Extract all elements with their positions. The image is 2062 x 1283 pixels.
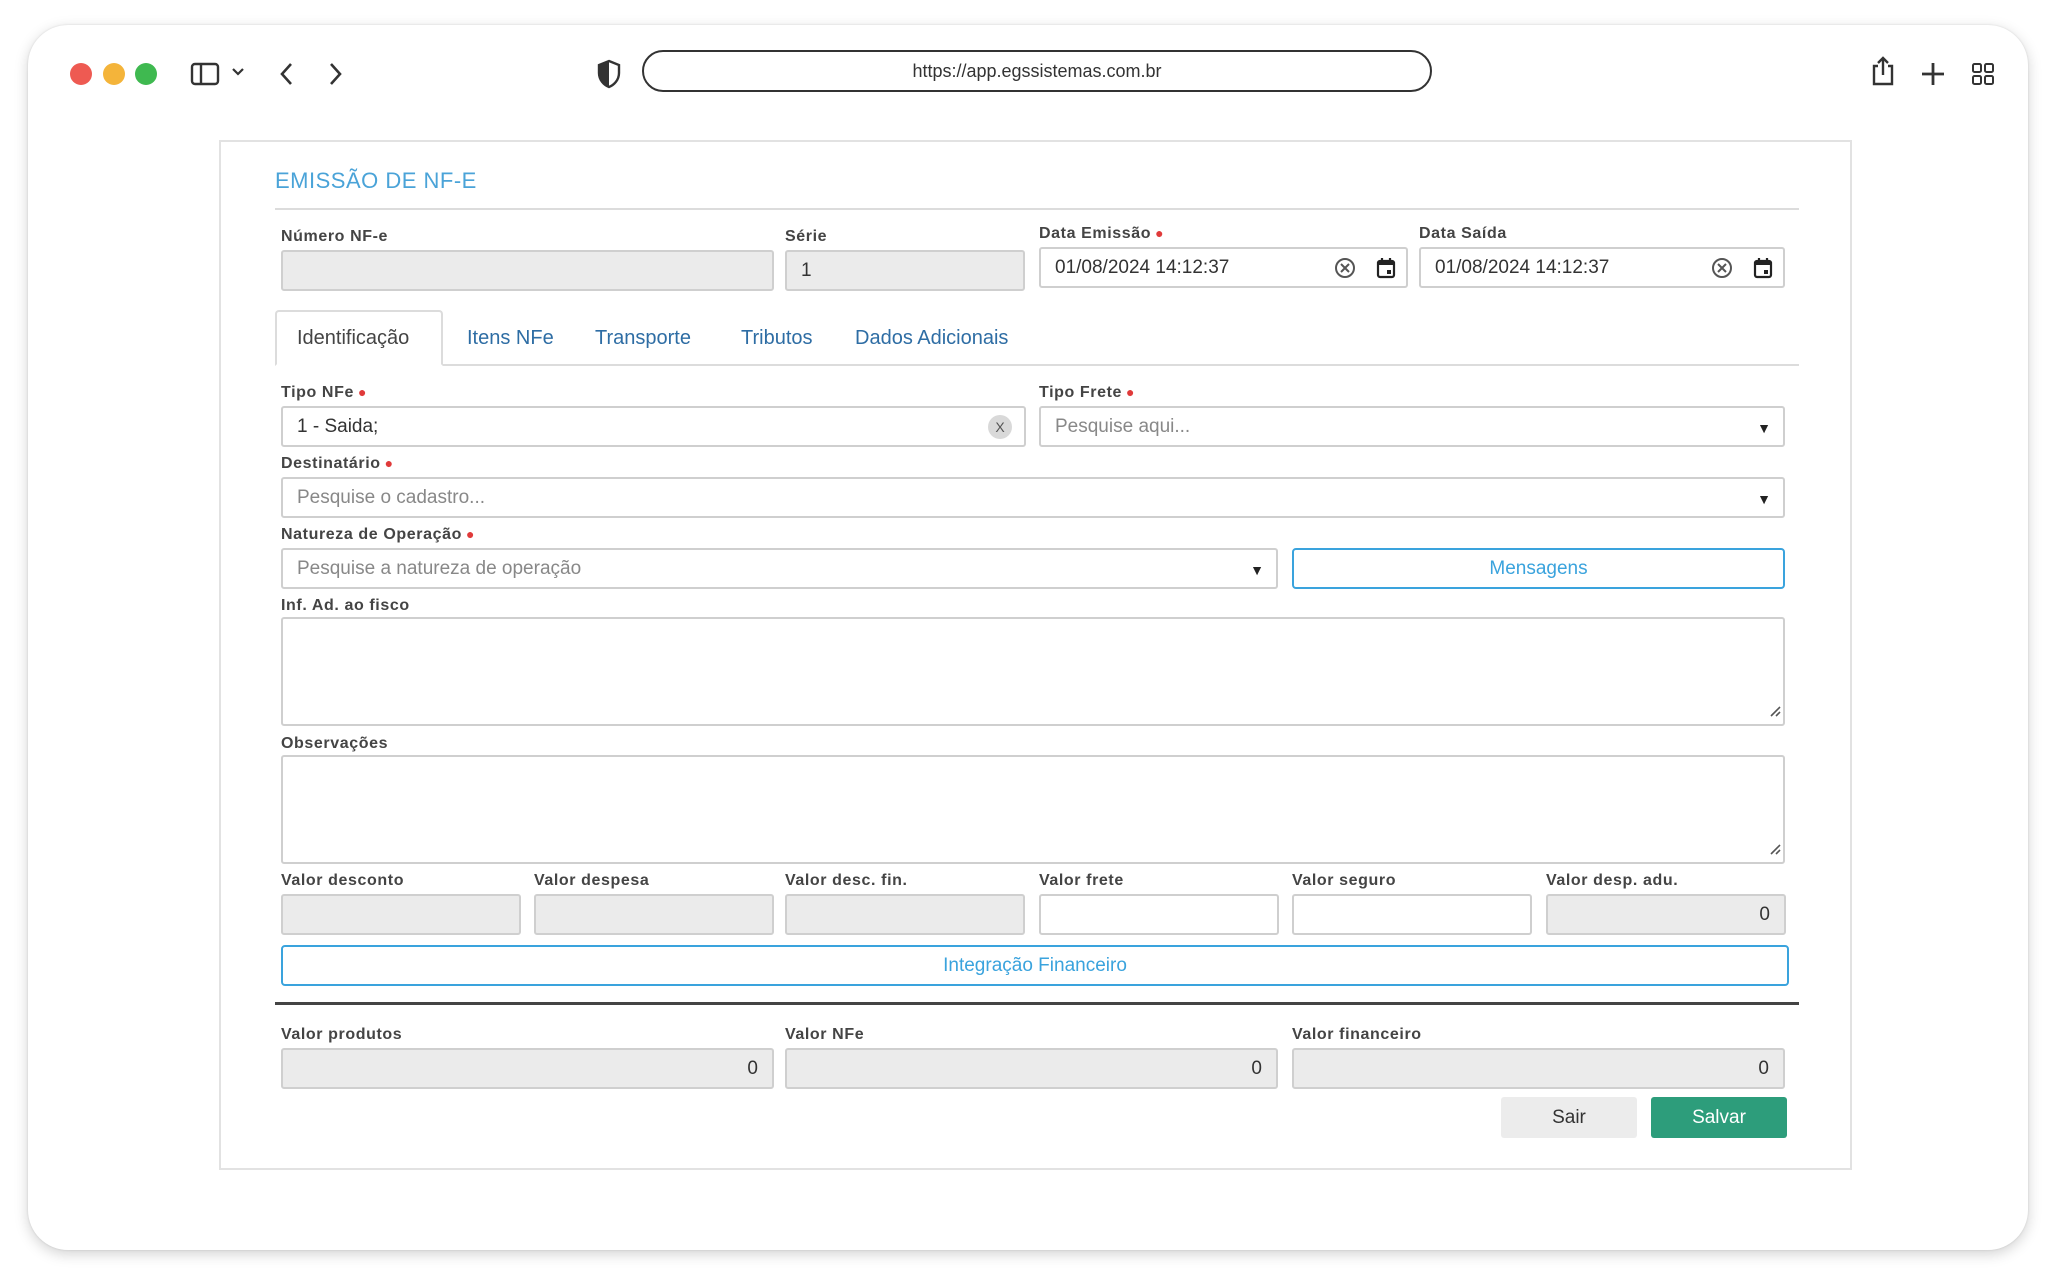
- destinatario-select[interactable]: Pesquise o cadastro... ▼: [281, 477, 1785, 518]
- tipo-frete-select[interactable]: Pesquise aqui... ▼: [1039, 406, 1785, 447]
- tab-tributos[interactable]: Tributos: [721, 310, 833, 366]
- data-saida-value: 01/08/2024 14:12:37: [1435, 256, 1610, 278]
- tipo-nfe-value: 1 - Saida;: [297, 415, 379, 437]
- clear-date-icon[interactable]: [1334, 257, 1356, 285]
- close-window-icon[interactable]: [70, 63, 92, 85]
- data-emissao-value: 01/08/2024 14:12:37: [1055, 256, 1230, 278]
- valor-financeiro-field: 0: [1292, 1048, 1785, 1089]
- page-title: EMISSÃO DE NF-E: [275, 168, 477, 193]
- tab-transporte[interactable]: Transporte: [575, 310, 711, 366]
- back-icon[interactable]: [278, 61, 296, 87]
- tab-grid-icon[interactable]: [1970, 61, 1996, 87]
- valor-seguro-label: Valor seguro: [1292, 872, 1397, 889]
- exit-button[interactable]: Sair: [1501, 1097, 1637, 1138]
- valor-desp-adu-value: 0: [1759, 903, 1770, 925]
- valor-desc-fin-field: [785, 894, 1025, 935]
- maximize-window-icon[interactable]: [135, 63, 157, 85]
- natureza-label: Natureza de Operação ●: [281, 526, 476, 543]
- clear-date-icon[interactable]: [1711, 257, 1733, 285]
- tipo-nfe-label: Tipo NFe ●: [281, 384, 368, 401]
- totals-divider: [275, 1002, 1799, 1005]
- clear-selection-icon[interactable]: X: [988, 415, 1012, 439]
- data-emissao-field[interactable]: 01/08/2024 14:12:37: [1039, 247, 1408, 288]
- inf-fisco-textarea[interactable]: [281, 617, 1785, 726]
- serie-field: 1: [785, 250, 1025, 291]
- valor-desconto-label: Valor desconto: [281, 872, 405, 889]
- shield-icon: [596, 59, 622, 89]
- dropdown-arrow-icon: ▼: [1757, 420, 1771, 436]
- valor-despesa-field: [534, 894, 774, 935]
- destinatario-placeholder: Pesquise o cadastro...: [297, 486, 485, 508]
- valor-financeiro-label: Valor financeiro: [1292, 1026, 1422, 1043]
- natureza-placeholder: Pesquise a natureza de operação: [297, 557, 582, 579]
- data-saida-field[interactable]: 01/08/2024 14:12:37: [1419, 247, 1785, 288]
- data-saida-label: Data Saída: [1419, 225, 1507, 242]
- resize-handle-icon[interactable]: [1769, 704, 1781, 722]
- valor-nfe-label: Valor NFe: [785, 1026, 865, 1043]
- observacoes-label: Observações: [281, 735, 389, 752]
- serie-label: Série: [785, 228, 828, 245]
- tipo-frete-placeholder: Pesquise aqui...: [1055, 415, 1191, 437]
- destinatario-label: Destinatário ●: [281, 455, 394, 472]
- save-button[interactable]: Salvar: [1651, 1097, 1787, 1138]
- tipo-frete-label: Tipo Frete ●: [1039, 384, 1136, 401]
- calendar-icon[interactable]: [1376, 257, 1396, 285]
- sidebar-icon[interactable]: [190, 61, 220, 87]
- required-marker: ●: [465, 526, 476, 542]
- valor-nfe-value: 0: [1251, 1057, 1262, 1079]
- dropdown-arrow-icon: ▼: [1757, 491, 1771, 507]
- required-marker: ●: [357, 384, 368, 400]
- valor-frete-label: Valor frete: [1039, 872, 1124, 889]
- tab-dados-adicionais[interactable]: Dados Adicionais: [835, 310, 1028, 366]
- integracao-financeiro-button[interactable]: Integração Financeiro: [281, 945, 1789, 986]
- new-tab-icon[interactable]: [1920, 61, 1946, 87]
- minimize-window-icon[interactable]: [103, 63, 125, 85]
- valor-desp-adu-field: 0: [1546, 894, 1786, 935]
- valor-desp-adu-label: Valor desp. adu.: [1546, 872, 1679, 889]
- url-bar[interactable]: https://app.egssistemas.com.br: [642, 50, 1432, 92]
- resize-handle-icon[interactable]: [1769, 842, 1781, 860]
- serie-value: 1: [801, 259, 812, 281]
- url-text: https://app.egssistemas.com.br: [912, 60, 1162, 81]
- natureza-select[interactable]: Pesquise a natureza de operação ▼: [281, 548, 1278, 589]
- dropdown-arrow-icon: ▼: [1250, 562, 1264, 578]
- valor-desc-fin-label: Valor desc. fin.: [785, 872, 908, 889]
- valor-produtos-field: 0: [281, 1048, 774, 1089]
- valor-seguro-input[interactable]: [1292, 894, 1532, 935]
- share-icon[interactable]: [1870, 55, 1896, 87]
- valor-despesa-label: Valor despesa: [534, 872, 650, 889]
- required-marker: ●: [1155, 225, 1165, 241]
- title-divider: [275, 208, 1799, 210]
- chevron-down-icon[interactable]: [231, 65, 245, 79]
- nfe-form-card: EMISSÃO DE NF-E Número NF-e Série 1 Data…: [219, 140, 1852, 1170]
- required-marker: ●: [1126, 384, 1136, 400]
- tab-identificacao[interactable]: Identificação: [275, 310, 443, 366]
- valor-frete-input[interactable]: [1039, 894, 1279, 935]
- required-marker: ●: [384, 455, 394, 471]
- valor-desconto-field: [281, 894, 521, 935]
- tipo-nfe-select[interactable]: 1 - Saida; X: [281, 406, 1026, 447]
- numero-nfe-label: Número NF-e: [281, 228, 389, 245]
- tab-itens-nfe[interactable]: Itens NFe: [447, 310, 574, 366]
- observacoes-textarea[interactable]: [281, 755, 1785, 864]
- numero-nfe-field: [281, 250, 774, 291]
- valor-nfe-field: 0: [785, 1048, 1278, 1089]
- forward-icon[interactable]: [326, 61, 344, 87]
- mensagens-button[interactable]: Mensagens: [1292, 548, 1785, 589]
- data-emissao-label: Data Emissão ●: [1039, 225, 1165, 242]
- valor-produtos-label: Valor produtos: [281, 1026, 403, 1043]
- inf-fisco-label: Inf. Ad. ao fisco: [281, 597, 410, 614]
- valor-financeiro-value: 0: [1758, 1057, 1769, 1079]
- valor-produtos-value: 0: [747, 1057, 758, 1079]
- calendar-icon[interactable]: [1753, 257, 1773, 285]
